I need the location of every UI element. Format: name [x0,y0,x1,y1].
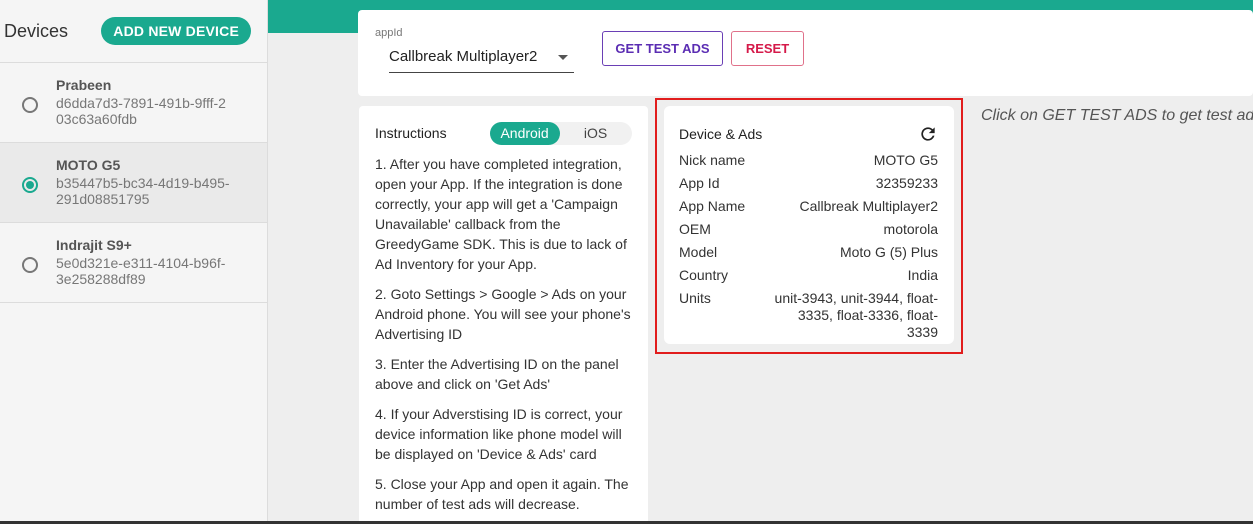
refresh-icon[interactable] [918,124,938,144]
device-id: 5e0d321e-e311-4104-b96f-3e258288df89 [56,255,226,287]
tab-android[interactable]: Android [489,121,560,145]
info-row-model: Model Moto G (5) Plus [679,244,938,261]
device-ads-card: Device & Ads Nick name MOTO G5 App Id 32… [664,106,954,344]
info-value: India [907,267,938,283]
device-name: Prabeen [56,77,112,93]
info-value: Moto G (5) Plus [839,244,938,260]
info-label: Country [679,267,729,283]
get-test-ads-button[interactable]: GET TEST ADS [602,31,723,66]
appid-label: appId [375,27,403,39]
info-label: OEM [679,221,711,237]
device-radio[interactable] [22,257,38,273]
sidebar-header: Devices ADD NEW DEVICE [0,0,267,63]
instructions-panel: Instructions Android iOS 1. After you ha… [359,106,648,524]
device-name: MOTO G5 [56,157,121,173]
sidebar-title: Devices [4,20,69,41]
caret-down-icon [558,55,568,60]
tab-ios[interactable]: iOS [560,122,632,145]
instruction-step: 4. If your Adverstising ID is correct, y… [375,406,623,462]
info-value: unit-3943, unit-3944, float-3335, float-… [774,290,938,340]
info-label: Units [679,290,711,306]
info-row-oem: OEM motorola [679,221,938,238]
devices-sidebar: Devices ADD NEW DEVICE Prabeen d6dda7d3-… [0,0,268,524]
info-value: 32359233 [875,175,938,191]
app-select-value: Callbreak Multiplayer2 [389,48,538,65]
device-item-indrajit-s9[interactable]: Indrajit S9+ 5e0d321e-e311-4104-b96f-3e2… [0,223,267,303]
device-card-body: Nick name MOTO G5 App Id 32359233 App Na… [679,152,938,341]
device-id: b35447b5-bc34-4d19-b495-291d08851795 [56,175,230,207]
info-value: Callbreak Multiplayer2 [799,198,938,214]
info-label: App Id [679,175,720,191]
info-row-units: Units unit-3943, unit-3944, float-3335, … [679,290,938,341]
info-value: motorola [883,221,938,237]
info-row-app-name: App Name Callbreak Multiplayer2 [679,198,938,215]
instructions-header: Instructions Android iOS [375,106,632,160]
app-picker-panel: appId Callbreak Multiplayer2 GET TEST AD… [358,10,1253,96]
info-label: App Name [679,198,746,214]
instructions-steps: 1. After you have completed integration,… [375,154,632,514]
reset-button[interactable]: RESET [731,31,804,66]
instruction-step: 5. Close your App and open it again. The… [375,476,629,512]
device-name: Indrajit S9+ [56,237,132,253]
device-id: d6dda7d3-7891-491b-9fff-203c63a60fdb [56,95,226,127]
info-label: Model [679,244,718,260]
device-card-title: Device & Ads [679,126,763,142]
app-select[interactable]: Callbreak Multiplayer2 [389,46,574,73]
device-item-prabeen[interactable]: Prabeen d6dda7d3-7891-491b-9fff-203c63a6… [0,63,267,143]
get-test-ads-hint: Click on GET TEST ADS to get test ads [981,107,1253,124]
info-value: MOTO G5 [873,152,938,168]
device-item-moto-g5[interactable]: MOTO G5 b35447b5-bc34-4d19-b495-291d0885… [0,143,267,223]
platform-toggle: Android iOS [489,121,632,145]
info-row-nick-name: Nick name MOTO G5 [679,152,938,169]
info-label: Nick name [679,152,746,168]
instruction-step: 2. Goto Settings > Google > Ads on your … [375,286,631,342]
device-radio-selected[interactable] [22,177,38,193]
instruction-step: 3. Enter the Advertising ID on the panel… [375,356,619,392]
info-row-app-id: App Id 32359233 [679,175,938,192]
instruction-step: 1. After you have completed integration,… [375,156,627,272]
info-row-country: Country India [679,267,938,284]
add-new-device-button[interactable]: ADD NEW DEVICE [101,17,251,45]
device-radio[interactable] [22,97,38,113]
instructions-title: Instructions [375,125,447,141]
